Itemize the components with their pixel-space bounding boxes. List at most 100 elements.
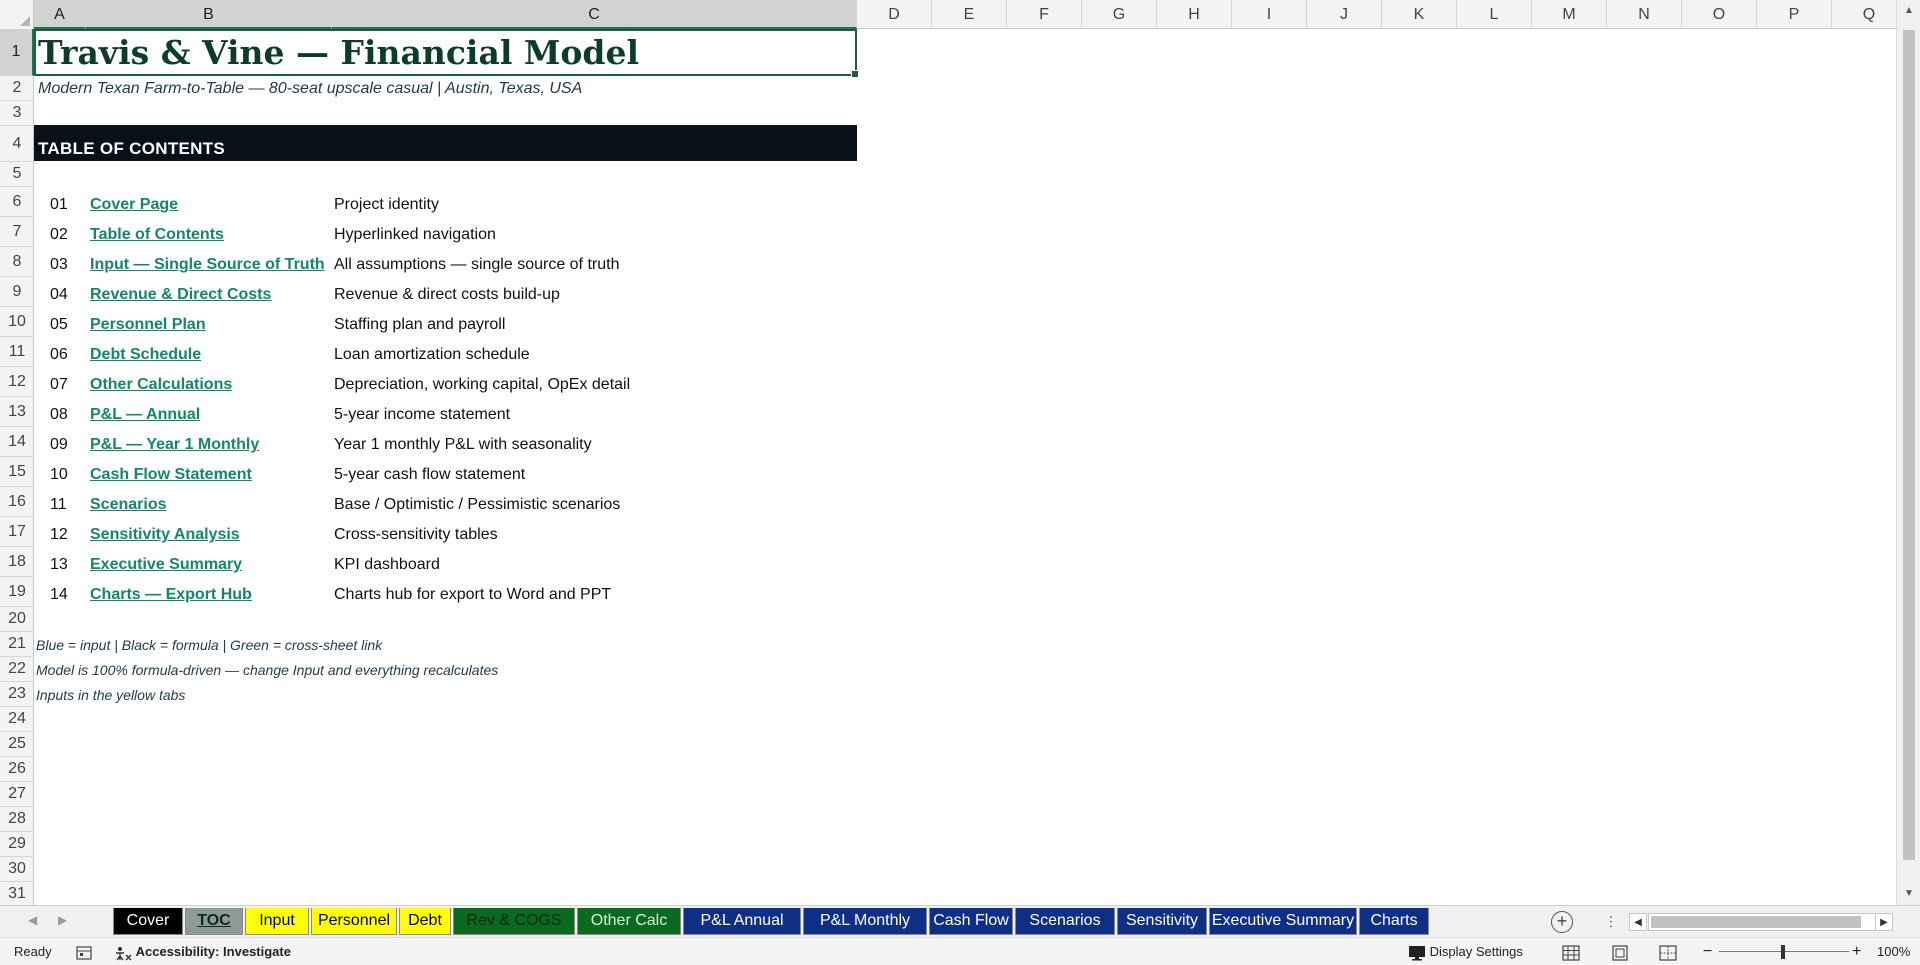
toc-link[interactable]: Debt Schedule xyxy=(90,340,330,370)
row-header-31[interactable]: 31 xyxy=(0,882,34,905)
row-header-10[interactable]: 10 xyxy=(0,307,34,337)
select-all-corner[interactable] xyxy=(0,0,34,29)
scroll-up-icon[interactable]: ▲ xyxy=(1897,2,1920,20)
row-header-5[interactable]: 5 xyxy=(0,162,34,187)
toc-header[interactable]: TABLE OF CONTENTS xyxy=(34,125,857,161)
toc-link[interactable]: P&L — Annual xyxy=(90,400,330,430)
row-header-12[interactable]: 12 xyxy=(0,367,34,397)
column-header-q[interactable]: Q xyxy=(1832,0,1896,29)
column-header-a[interactable]: A xyxy=(34,0,86,29)
horizontal-scrollbar[interactable] xyxy=(1648,913,1888,931)
column-header-c[interactable]: C xyxy=(332,0,857,29)
sheet-tab-cover[interactable]: Cover xyxy=(113,908,183,935)
column-header-b[interactable]: B xyxy=(86,0,332,29)
sheet-tab-p-l-monthly[interactable]: P&L Monthly xyxy=(803,908,927,935)
macro-record-icon[interactable] xyxy=(76,938,92,965)
scroll-down-icon[interactable]: ▼ xyxy=(1897,885,1920,903)
row-header-17[interactable]: 17 xyxy=(0,517,34,547)
row-header-6[interactable]: 6 xyxy=(0,187,34,217)
row-header-19[interactable]: 19 xyxy=(0,577,34,607)
sheet-tab-other-calc[interactable]: Other Calc xyxy=(577,908,681,935)
hscroll-right-icon[interactable]: ▶ xyxy=(1875,913,1893,931)
column-header-l[interactable]: L xyxy=(1457,0,1532,29)
column-header-g[interactable]: G xyxy=(1082,0,1157,29)
row-header-15[interactable]: 15 xyxy=(0,457,34,487)
column-header-e[interactable]: E xyxy=(932,0,1007,29)
row-header-2[interactable]: 2 xyxy=(0,76,34,101)
toc-link[interactable]: Scenarios xyxy=(90,490,330,520)
row-header-14[interactable]: 14 xyxy=(0,427,34,457)
toc-link[interactable]: Input — Single Source of Truth xyxy=(90,250,330,280)
more-options-icon[interactable]: ⋮ xyxy=(1604,913,1618,930)
display-settings[interactable]: Display Settings xyxy=(1408,938,1523,965)
row-header-4[interactable]: 4 xyxy=(0,126,34,162)
tab-prev-icon[interactable]: ◀ xyxy=(28,913,37,927)
sheet-tab-cash-flow[interactable]: Cash Flow xyxy=(929,908,1013,935)
column-header-i[interactable]: I xyxy=(1232,0,1307,29)
row-header-3[interactable]: 3 xyxy=(0,101,34,126)
row-header-16[interactable]: 16 xyxy=(0,487,34,517)
sheet-tab-rev-cogs[interactable]: Rev & COGS xyxy=(453,908,575,935)
horizontal-scroll-thumb[interactable] xyxy=(1651,916,1861,928)
vertical-scroll-thumb[interactable] xyxy=(1903,30,1915,860)
row-header-13[interactable]: 13 xyxy=(0,397,34,427)
row-header-1[interactable]: 1 xyxy=(0,29,34,76)
zoom-in-icon[interactable]: + xyxy=(1852,938,1861,965)
toc-link[interactable]: Other Calculations xyxy=(90,370,330,400)
sheet-tab-executive-summary[interactable]: Executive Summary xyxy=(1209,908,1357,935)
column-header-d[interactable]: D xyxy=(857,0,932,29)
spreadsheet-grid[interactable]: ABCDEFGHIJKLMNOPQ 1 2 3 4 5 6 7 8 9 10 11 12 13 14 15 1… xyxy=(0,0,1896,905)
row-header-21[interactable]: 21 xyxy=(0,632,34,657)
toc-link[interactable]: Personnel Plan xyxy=(90,310,330,340)
zoom-out-icon[interactable]: − xyxy=(1703,938,1712,965)
hscroll-left-icon[interactable]: ◀ xyxy=(1629,913,1647,931)
row-header-20[interactable]: 20 xyxy=(0,607,34,632)
column-header-o[interactable]: O xyxy=(1682,0,1757,29)
row-header-27[interactable]: 27 xyxy=(0,782,34,807)
tab-next-icon[interactable]: ▶ xyxy=(58,913,67,927)
sheet-tab-charts[interactable]: Charts xyxy=(1359,908,1429,935)
column-header-m[interactable]: M xyxy=(1532,0,1607,29)
row-header-24[interactable]: 24 xyxy=(0,707,34,732)
column-header-j[interactable]: J xyxy=(1307,0,1382,29)
sheet-tab-input[interactable]: Input xyxy=(245,908,309,935)
toc-link[interactable]: Sensitivity Analysis xyxy=(90,520,330,550)
sheet-tab-scenarios[interactable]: Scenarios xyxy=(1015,908,1115,935)
column-header-k[interactable]: K xyxy=(1382,0,1457,29)
add-sheet-icon[interactable]: + xyxy=(1551,911,1573,933)
column-header-h[interactable]: H xyxy=(1157,0,1232,29)
normal-view-icon[interactable] xyxy=(1562,938,1580,965)
toc-link[interactable]: Executive Summary xyxy=(90,550,330,580)
row-header-8[interactable]: 8 xyxy=(0,247,34,277)
column-header-f[interactable]: F xyxy=(1007,0,1082,29)
row-header-9[interactable]: 9 xyxy=(0,277,34,307)
row-header-25[interactable]: 25 xyxy=(0,732,34,757)
toc-link[interactable]: Revenue & Direct Costs xyxy=(90,280,330,310)
sheet-tab-personnel[interactable]: Personnel xyxy=(311,908,397,935)
accessibility-status[interactable]: Accessibility: Investigate xyxy=(114,938,291,965)
row-header-18[interactable]: 18 xyxy=(0,547,34,577)
zoom-level[interactable]: 100% xyxy=(1877,938,1910,965)
toc-link[interactable]: Table of Contents xyxy=(90,220,330,250)
sheet-tab-debt[interactable]: Debt xyxy=(399,908,451,935)
toc-link[interactable]: Cover Page xyxy=(90,190,330,220)
page-layout-view-icon[interactable] xyxy=(1611,938,1629,965)
row-header-22[interactable]: 22 xyxy=(0,657,34,682)
toc-link[interactable]: Cash Flow Statement xyxy=(90,460,330,490)
sheet-tab-sensitivity[interactable]: Sensitivity xyxy=(1117,908,1207,935)
toc-link[interactable]: Charts — Export Hub xyxy=(90,580,330,610)
page-break-view-icon[interactable] xyxy=(1659,938,1677,965)
toc-link[interactable]: P&L — Year 1 Monthly xyxy=(90,430,330,460)
vertical-scrollbar[interactable]: ▲ ▼ xyxy=(1896,0,1920,905)
model-subtitle[interactable]: Modern Texan Farm-to-Table — 80-seat ups… xyxy=(38,76,858,101)
column-header-n[interactable]: N xyxy=(1607,0,1682,29)
row-header-28[interactable]: 28 xyxy=(0,807,34,832)
sheet-tab-toc[interactable]: TOC xyxy=(185,908,243,935)
zoom-slider[interactable] xyxy=(1719,938,1849,965)
row-header-29[interactable]: 29 xyxy=(0,832,34,857)
row-header-11[interactable]: 11 xyxy=(0,337,34,367)
row-header-7[interactable]: 7 xyxy=(0,217,34,247)
row-header-26[interactable]: 26 xyxy=(0,757,34,782)
column-header-p[interactable]: P xyxy=(1757,0,1832,29)
sheet-tab-p-l-annual[interactable]: P&L Annual xyxy=(683,908,801,935)
